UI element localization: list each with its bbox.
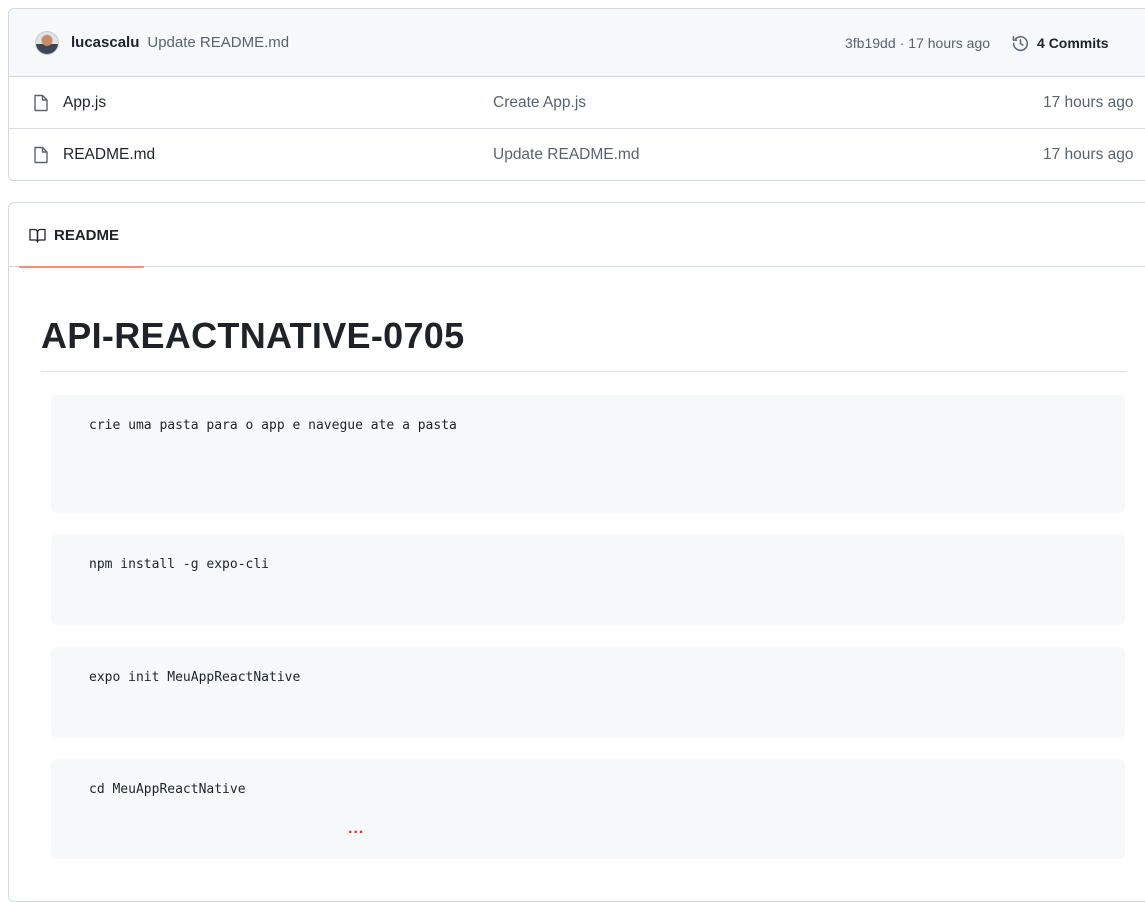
commit-author-link[interactable]: lucascalu [71, 34, 139, 51]
code-text: npm install -g expo-cli [89, 557, 270, 572]
file-commit-link[interactable]: Update README.md [493, 146, 639, 164]
file-icon [33, 146, 49, 164]
latest-commit-row: lucascalu Update README.md 3fb19dd · 17 … [9, 9, 1145, 77]
file-name-link[interactable]: App.js [63, 94, 106, 112]
commits-count-label: 4 Commits [1037, 35, 1109, 51]
file-age: 17 hours ago [1043, 93, 1134, 111]
overflow-indicator: ... [348, 820, 365, 837]
file-table: lucascalu Update README.md 3fb19dd · 17 … [8, 8, 1145, 181]
commit-hash-link[interactable]: 3fb19dd [845, 35, 896, 51]
file-icon [33, 94, 49, 112]
code-text: crie uma pasta para o app e navegue ate … [89, 418, 457, 433]
avatar[interactable] [35, 30, 59, 55]
commit-time: 17 hours ago [908, 35, 991, 51]
file-row[interactable]: README.md Update README.md 17 hours ago [9, 129, 1145, 180]
book-icon [29, 228, 46, 243]
commits-history-link[interactable]: 4 Commits [1012, 35, 1109, 52]
file-age: 17 hours ago [1043, 146, 1134, 163]
code-text: cd MeuAppReactNative [89, 782, 246, 797]
tab-readme-label: README [54, 226, 120, 244]
code-text: expo init MeuAppReactNative [89, 670, 301, 685]
code-block: crie uma pasta para o app e navegue ate … [51, 395, 1125, 513]
code-block: expo init MeuAppReactNative [51, 647, 1125, 738]
code-block: cd MeuAppReactNative [51, 759, 1125, 859]
file-row[interactable]: App.js Create App.js 17 hours ago [9, 77, 1145, 129]
commit-meta: 3fb19dd · 17 hours ago 4 Commits [845, 9, 1109, 77]
file-commit-link[interactable]: Create App.js [493, 94, 586, 112]
code-block: npm install -g expo-cli [51, 534, 1125, 625]
commit-message-link[interactable]: Update README.md [147, 34, 289, 51]
history-icon [1012, 35, 1029, 51]
readme-heading: API-REACTNATIVE-0705 [41, 315, 1126, 372]
tab-readme[interactable]: README [19, 203, 144, 268]
readme-header: README [9, 203, 1145, 268]
readme-panel: README API-REACTNATIVE-0705 crie uma pas… [8, 202, 1145, 902]
file-name-link[interactable]: README.md [63, 146, 155, 164]
commit-meta-separator: · [899, 35, 905, 51]
